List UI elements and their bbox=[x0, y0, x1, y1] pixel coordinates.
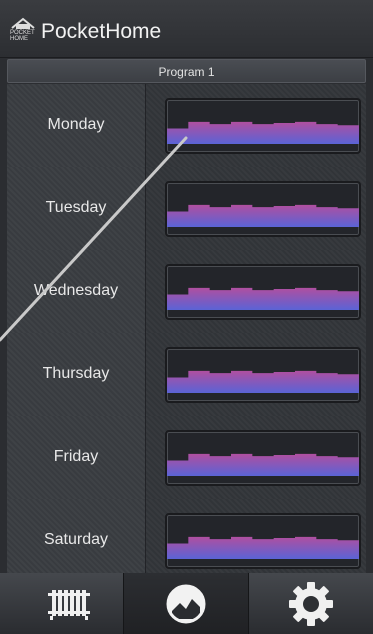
thermostat-dial-icon bbox=[166, 584, 206, 624]
schedule-graph-plot bbox=[167, 287, 359, 310]
title-bar: POCKET HOME PocketHome bbox=[0, 0, 373, 58]
app-title: PocketHome bbox=[41, 20, 162, 43]
logo-text: POCKET HOME bbox=[10, 30, 35, 42]
schedule-graph-plot bbox=[167, 536, 359, 559]
day-name: Wednesday bbox=[33, 282, 119, 299]
tab-settings[interactable] bbox=[249, 573, 373, 634]
schedule-graph-plot bbox=[167, 204, 359, 227]
schedule-graph[interactable] bbox=[165, 347, 361, 403]
temperature-profile bbox=[167, 370, 359, 393]
temperature-profile bbox=[167, 121, 359, 144]
day-label-cell: Monday bbox=[7, 84, 146, 167]
day-row-saturday[interactable]: Saturday bbox=[7, 499, 366, 573]
day-name: Saturday bbox=[43, 531, 109, 548]
schedule-graph-plot bbox=[167, 453, 359, 476]
temperature-profile bbox=[167, 287, 359, 310]
schedule-graph[interactable] bbox=[165, 513, 361, 569]
schedule-graph[interactable] bbox=[165, 264, 361, 320]
schedule-graph[interactable] bbox=[165, 430, 361, 486]
schedule-graph-plot bbox=[167, 121, 359, 144]
gear-icon bbox=[289, 582, 333, 626]
day-name: Friday bbox=[53, 448, 99, 465]
day-label-cell: Saturday bbox=[7, 499, 146, 573]
day-row-monday[interactable]: Monday bbox=[7, 84, 366, 168]
program-selector[interactable]: Program 1 bbox=[7, 59, 366, 83]
radiator-icon bbox=[48, 590, 90, 620]
schedule-graph[interactable] bbox=[165, 181, 361, 237]
day-label-cell: Tuesday bbox=[7, 167, 146, 250]
day-name: Monday bbox=[47, 116, 105, 133]
schedule-graph-plot bbox=[167, 370, 359, 393]
day-name: Tuesday bbox=[45, 199, 107, 216]
pockethome-logo-icon: POCKET HOME bbox=[10, 16, 36, 42]
temperature-profile bbox=[167, 204, 359, 227]
day-row-friday[interactable]: Friday bbox=[7, 416, 366, 500]
temperature-profile bbox=[167, 536, 359, 559]
program-label: Program 1 bbox=[158, 65, 215, 79]
day-list: Monday Tuesday Wednesday Thursday Friday bbox=[7, 84, 366, 573]
temperature-profile bbox=[167, 453, 359, 476]
tab-thermostat[interactable] bbox=[124, 573, 249, 634]
day-label-cell: Wednesday bbox=[7, 250, 146, 333]
day-label-cell: Friday bbox=[7, 416, 146, 499]
day-row-thursday[interactable]: Thursday bbox=[7, 333, 366, 417]
day-row-wednesday[interactable]: Wednesday bbox=[7, 250, 366, 334]
day-name: Thursday bbox=[42, 365, 110, 382]
schedule-graph[interactable] bbox=[165, 98, 361, 154]
day-label-cell: Thursday bbox=[7, 333, 146, 416]
bottom-nav bbox=[0, 573, 373, 634]
tab-radiators[interactable] bbox=[0, 573, 124, 634]
day-row-tuesday[interactable]: Tuesday bbox=[7, 167, 366, 251]
